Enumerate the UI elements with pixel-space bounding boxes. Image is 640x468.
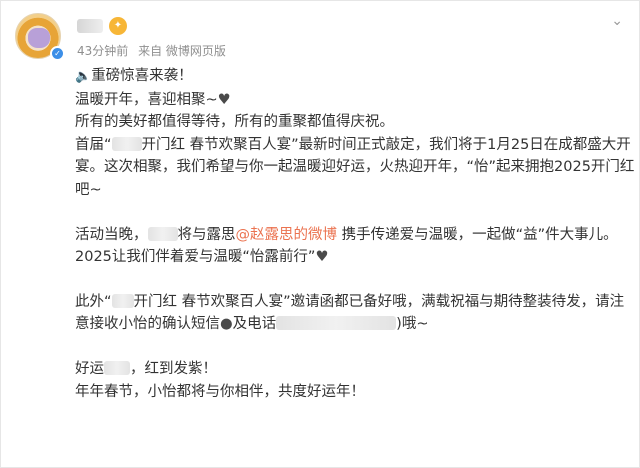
post-meta: 43分钟前 来自 微博网页版 bbox=[77, 42, 232, 59]
avatar[interactable]: ✓ bbox=[15, 13, 65, 61]
line-11: 好运 ，红到发紫！ bbox=[75, 358, 621, 381]
line-9: 此外“ 开门红 春节欢聚百人宴”邀请函都已备好哦，满载祝福与期待整装待发，请注 bbox=[75, 291, 624, 314]
line-1: 🔈重磅惊喜来袭！ bbox=[75, 65, 621, 89]
heart-icon: ♥ bbox=[217, 91, 231, 108]
text: )哦~ bbox=[396, 316, 429, 333]
username-redacted[interactable] bbox=[77, 19, 103, 33]
redacted-block bbox=[111, 136, 142, 151]
speaker-icon: 🔈 bbox=[75, 69, 92, 84]
text: 将与露思 bbox=[177, 226, 236, 243]
text: ，红到发紫！ bbox=[130, 360, 217, 377]
text: 好运 bbox=[75, 360, 104, 377]
line-8: 2025让我们伴着爱与温暖“怡露前行”♥ bbox=[75, 246, 621, 269]
text: 此外“ bbox=[75, 293, 112, 310]
line-3: 所有的美好都值得等待，所有的重聚都值得庆祝。 bbox=[75, 114, 394, 131]
line-7: 活动当晚， 将与露思@赵露思的微博 携手传递爱与温暖，一起做“益”件大事儿。 bbox=[75, 224, 621, 247]
line-10: 意接收小怡的确认短信●及电话 )哦~ bbox=[75, 313, 621, 336]
text: 活动当晚， bbox=[75, 226, 148, 243]
heart-icon: ♥ bbox=[315, 249, 329, 266]
text: 首届“ bbox=[75, 136, 112, 153]
text: 2025让我们伴着爱与温暖“怡露前行” bbox=[75, 249, 316, 266]
redacted-block bbox=[104, 360, 130, 375]
text: 及电话 bbox=[232, 316, 277, 333]
line-2: 温暖开年，喜迎相聚~♥ bbox=[75, 89, 621, 112]
line-4: 首届“ 开门红 春节欢聚百人宴”最新时间正式敲定，我们将于1月25日在成都盛大开 bbox=[75, 134, 631, 157]
line-12: 年年春节，小怡都将与你相伴，共度好运年！ bbox=[75, 383, 365, 400]
text: 温暖开年，喜迎相聚~ bbox=[75, 91, 218, 108]
redacted-phone bbox=[276, 316, 397, 331]
text: 重磅惊喜来袭！ bbox=[91, 68, 193, 84]
redacted-block bbox=[147, 226, 178, 241]
line-6: 吧~ bbox=[75, 181, 102, 198]
text: 携手传递爱与温暖，一起做“益”件大事儿。 bbox=[337, 226, 618, 243]
post-time[interactable]: 43分钟前 bbox=[77, 44, 128, 58]
post-source: 来自 微博网页版 bbox=[138, 44, 226, 58]
text: 开门红 春节欢聚百人宴”最新时间正式敲定，我们将于1月25日在成都盛大开 bbox=[141, 136, 631, 153]
post-body: 🔈重磅惊喜来袭！ 温暖开年，喜迎相聚~♥ 所有的美好都值得等待，所有的重聚都值得… bbox=[75, 65, 635, 403]
weibo-post-card: ✓ ✦ 43分钟前 来自 微博网页版 ⌄ 🔈重磅惊喜来袭！ 温暖开年，喜迎相聚~… bbox=[0, 0, 640, 468]
line-5: 宴。这次相聚，我们希望与你一起温暖迎好运，火热迎开年，“怡”起来拥抱2025开门… bbox=[75, 159, 635, 176]
verified-badge-icon: ✓ bbox=[50, 46, 65, 61]
text: 意接收小怡的确认短信 bbox=[75, 316, 220, 333]
mention-link[interactable]: @赵露思的微博 bbox=[236, 227, 338, 243]
fan-badge-icon: ✦ bbox=[109, 17, 127, 35]
username-row: ✦ bbox=[77, 15, 127, 37]
speech-bubble-icon: ● bbox=[220, 316, 233, 333]
more-options-chevron-down-icon[interactable]: ⌄ bbox=[611, 13, 623, 29]
text: 开门红 春节欢聚百人宴”邀请函都已备好哦，满载祝福与期待整装待发，请注 bbox=[133, 293, 625, 310]
redacted-block bbox=[111, 293, 134, 308]
